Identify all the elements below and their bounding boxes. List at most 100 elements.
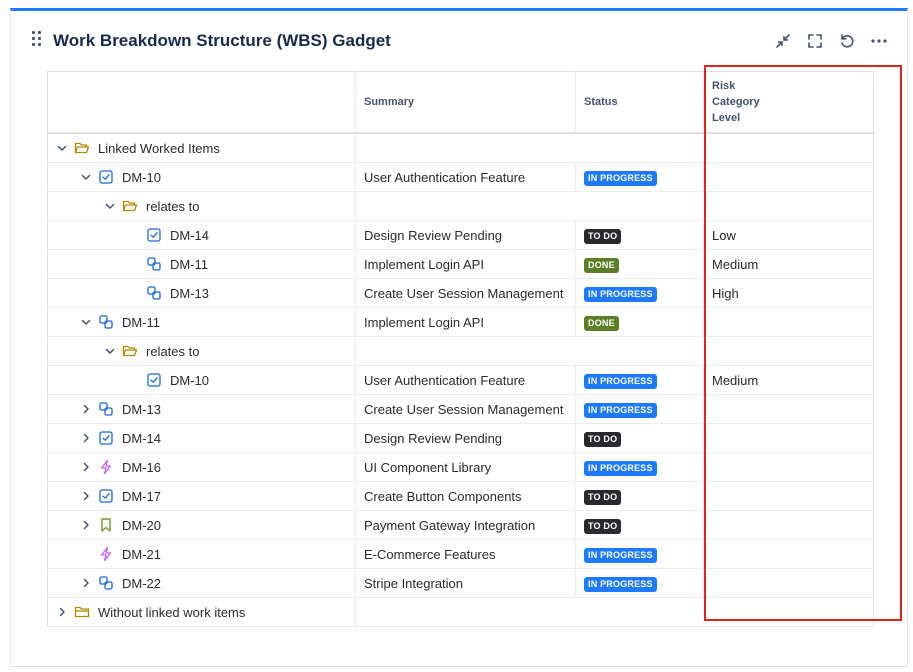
- subtask-icon: [98, 575, 114, 591]
- risk-level-cell: Medium: [712, 372, 759, 388]
- gadget-header: Work Breakdown Structure (WBS) Gadget: [11, 11, 907, 69]
- summary-cell[interactable]: Payment Gateway Integration: [356, 518, 575, 533]
- table-row[interactable]: DM-22 Stripe Integration IN PROGRESS: [47, 568, 874, 598]
- chevron-right-icon[interactable]: [78, 430, 94, 446]
- issue-key[interactable]: DM-17: [122, 489, 161, 504]
- chevron-down-icon[interactable]: [54, 140, 70, 156]
- table-row[interactable]: DM-17 Create Button Components TO DO: [47, 481, 874, 511]
- chevron-right-icon[interactable]: [78, 488, 94, 504]
- summary-cell[interactable]: UI Component Library: [356, 460, 575, 475]
- column-header-tree: [47, 71, 356, 134]
- table-row[interactable]: DM-16 UI Component Library IN PROGRESS: [47, 452, 874, 482]
- status-badge: IN PROGRESS: [584, 547, 657, 563]
- group-row[interactable]: relates to: [47, 336, 874, 366]
- status-badge: DONE: [584, 315, 619, 331]
- epic-icon: [98, 546, 114, 562]
- table-row[interactable]: DM-20 Payment Gateway Integration TO DO: [47, 510, 874, 540]
- table-header-row: Summary Status Risk Category Level: [47, 71, 874, 134]
- status-badge: IN PROGRESS: [584, 170, 657, 186]
- status-badge: DONE: [584, 257, 619, 273]
- column-header-summary[interactable]: Summary: [355, 71, 576, 134]
- wbs-gadget: Work Breakdown Structure (WBS) Gadget Su…: [10, 8, 908, 667]
- issue-key[interactable]: DM-21: [122, 547, 161, 562]
- status-badge: IN PROGRESS: [584, 373, 657, 389]
- issue-key[interactable]: DM-14: [170, 228, 209, 243]
- chevron-right-icon[interactable]: [54, 604, 70, 620]
- chevron-right-icon[interactable]: [78, 575, 94, 591]
- issue-key[interactable]: DM-20: [122, 518, 161, 533]
- chevron-down-icon[interactable]: [78, 169, 94, 185]
- folder-closed-icon: [74, 604, 90, 620]
- status-badge: IN PROGRESS: [584, 576, 657, 592]
- summary-cell[interactable]: Create User Session Management: [356, 402, 575, 417]
- group-row[interactable]: Without linked work items: [47, 597, 874, 627]
- folder-open-icon: [122, 343, 138, 359]
- chevron-right-icon[interactable]: [78, 401, 94, 417]
- chevron-down-icon[interactable]: [78, 314, 94, 330]
- task-icon: [98, 488, 114, 504]
- subtask-icon: [146, 256, 162, 272]
- chevron-right-icon[interactable]: [78, 459, 94, 475]
- more-icon[interactable]: [869, 31, 889, 51]
- issue-key[interactable]: DM-13: [122, 402, 161, 417]
- status-badge: IN PROGRESS: [584, 460, 657, 476]
- table-row[interactable]: DM-11 Implement Login API DONE Medium: [47, 249, 874, 279]
- table-row[interactable]: DM-10 User Authentication Feature IN PROGR…: [47, 162, 874, 192]
- summary-cell[interactable]: User Authentication Feature: [356, 170, 575, 185]
- fullscreen-icon[interactable]: [805, 31, 825, 51]
- table-row[interactable]: DM-10 User Authentication Feature IN PROGR…: [47, 365, 874, 395]
- minimize-icon[interactable]: [773, 31, 793, 51]
- story-icon: [98, 517, 114, 533]
- task-icon: [146, 372, 162, 388]
- summary-cell[interactable]: Design Review Pending: [356, 228, 575, 243]
- group-row[interactable]: Linked Worked Items: [47, 133, 874, 163]
- summary-cell[interactable]: Stripe Integration: [356, 576, 575, 591]
- issue-key[interactable]: DM-10: [170, 373, 209, 388]
- group-label: relates to: [146, 198, 200, 214]
- folder-open-icon: [122, 198, 138, 214]
- group-label: Linked Worked Items: [98, 140, 220, 156]
- chevron-down-icon[interactable]: [102, 343, 118, 359]
- epic-icon: [98, 459, 114, 475]
- group-label: Without linked work items: [98, 604, 246, 620]
- chevron-right-icon[interactable]: [78, 517, 94, 533]
- table-row[interactable]: DM-11 Implement Login API DONE: [47, 307, 874, 337]
- group-row[interactable]: relates to: [47, 191, 874, 221]
- refresh-icon[interactable]: [837, 31, 857, 51]
- summary-cell[interactable]: Design Review Pending: [356, 431, 575, 446]
- risk-level-cell: Low: [712, 227, 736, 243]
- summary-cell[interactable]: Create User Session Management: [356, 286, 575, 301]
- column-header-status[interactable]: Status: [575, 71, 704, 134]
- summary-cell[interactable]: User Authentication Feature: [356, 373, 575, 388]
- issue-key[interactable]: DM-13: [170, 286, 209, 301]
- gadget-title: Work Breakdown Structure (WBS) Gadget: [53, 31, 391, 50]
- status-badge: TO DO: [584, 489, 622, 505]
- issue-key[interactable]: DM-16: [122, 460, 161, 475]
- summary-cell[interactable]: Implement Login API: [356, 315, 575, 330]
- status-badge: TO DO: [584, 228, 622, 244]
- drag-handle-icon[interactable]: [32, 31, 44, 47]
- task-icon: [98, 430, 114, 446]
- subtask-icon: [98, 314, 114, 330]
- issue-key[interactable]: DM-14: [122, 431, 161, 446]
- issue-key[interactable]: DM-10: [122, 170, 161, 185]
- table-row[interactable]: DM-13 Create User Session Management IN PR…: [47, 394, 874, 424]
- table-row[interactable]: DM-14 Design Review Pending TO DO: [47, 423, 874, 453]
- summary-cell[interactable]: Implement Login API: [356, 257, 575, 272]
- status-badge: TO DO: [584, 518, 622, 534]
- issue-key[interactable]: DM-11: [122, 315, 160, 330]
- table-row[interactable]: DM-13 Create User Session Management IN PR…: [47, 278, 874, 308]
- chevron-down-icon[interactable]: [102, 198, 118, 214]
- table-row[interactable]: DM-21 E-Commerce Features IN PROGRESS: [47, 539, 874, 569]
- summary-cell[interactable]: Create Button Components: [356, 489, 575, 504]
- table-row[interactable]: DM-14 Design Review Pending TO DO Low: [47, 220, 874, 250]
- wbs-table: Summary Status Risk Category Level Linke…: [47, 71, 874, 627]
- column-header-risk-category-level[interactable]: Risk Category Level: [703, 71, 874, 134]
- issue-key[interactable]: DM-22: [122, 576, 161, 591]
- summary-cell[interactable]: E-Commerce Features: [356, 547, 575, 562]
- issue-key[interactable]: DM-11: [170, 257, 208, 272]
